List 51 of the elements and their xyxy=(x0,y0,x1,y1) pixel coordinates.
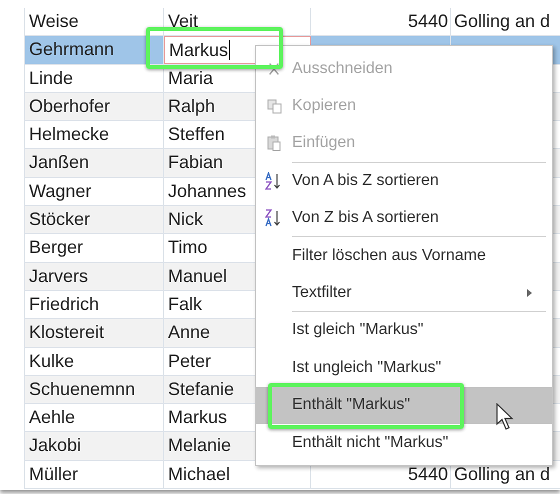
table-cell: Gehrmann xyxy=(29,39,114,60)
table-cell: Jarvers xyxy=(29,266,88,286)
table-cell: Nick xyxy=(168,209,203,230)
clipboard-icon xyxy=(267,135,281,152)
table-cell: Stöcker xyxy=(29,209,90,230)
table-cell: 5440 xyxy=(408,464,448,484)
table-cell: Golling an d xyxy=(454,464,550,484)
table-cell: Maria xyxy=(168,68,214,88)
table-cell: Golling an d xyxy=(454,11,550,31)
table-cell: Falk xyxy=(168,294,202,314)
copy-icon xyxy=(266,98,282,114)
table-cell: Helmecke xyxy=(29,124,110,144)
menu-item[interactable]: Von A bis Z sortieren xyxy=(256,162,552,200)
table-cell: Johannes xyxy=(168,180,246,201)
table-cell: Peter xyxy=(168,350,212,371)
menu-item[interactable]: Textfilter xyxy=(256,274,552,312)
sort-ascending-icon xyxy=(265,172,283,190)
menu-item[interactable]: Enthält nicht "Markus" xyxy=(256,424,552,462)
menu-item[interactable]: Filter löschen aus Vorname xyxy=(256,236,552,274)
scissors-icon xyxy=(269,62,279,75)
table-cell: Wagner xyxy=(29,180,92,201)
table-row[interactable]: Weise Veit 5440 Golling an d xyxy=(24,8,560,36)
table-cell: Jakobi xyxy=(29,435,82,456)
table-cell: Melanie xyxy=(168,435,232,456)
table-cell: Müller xyxy=(29,464,78,484)
table-cell: Fabian xyxy=(168,152,224,172)
sort-descending-icon xyxy=(265,209,283,228)
menu-item[interactable]: Von Z bis A sortieren xyxy=(256,200,552,237)
table-cell: Oberhofer xyxy=(29,96,110,116)
table-cell: Veit xyxy=(168,11,198,31)
table-cell: Friedrich xyxy=(29,294,100,314)
table-cell: Linde xyxy=(29,68,74,88)
table-cell: 5440 xyxy=(408,11,448,31)
table-cell: Schuenemnn xyxy=(29,378,136,399)
table-cell: Kulke xyxy=(29,350,74,371)
table-cell: Klostereit xyxy=(29,322,104,342)
table-cell: Aehle xyxy=(29,407,76,428)
mouse-pointer-icon xyxy=(496,402,516,431)
table-cell: Stefanie xyxy=(168,378,234,399)
table-cell: Michael xyxy=(168,464,230,484)
table-cell: Ralph xyxy=(168,96,216,116)
table-cell: Anne xyxy=(168,322,210,342)
menu-item[interactable]: Ist gleich "Markus" xyxy=(256,312,552,350)
table-cell: Manuel xyxy=(168,266,228,286)
table-cell: Timo xyxy=(168,237,208,258)
table-cell: Markus xyxy=(168,407,228,428)
table-cell: Weise xyxy=(29,11,79,31)
menu-item[interactable]: Ist ungleich "Markus" xyxy=(256,349,552,387)
table-cell: Steffen xyxy=(168,124,225,144)
table-cell: Janßen xyxy=(29,152,90,172)
table-cell: Berger xyxy=(29,237,84,258)
